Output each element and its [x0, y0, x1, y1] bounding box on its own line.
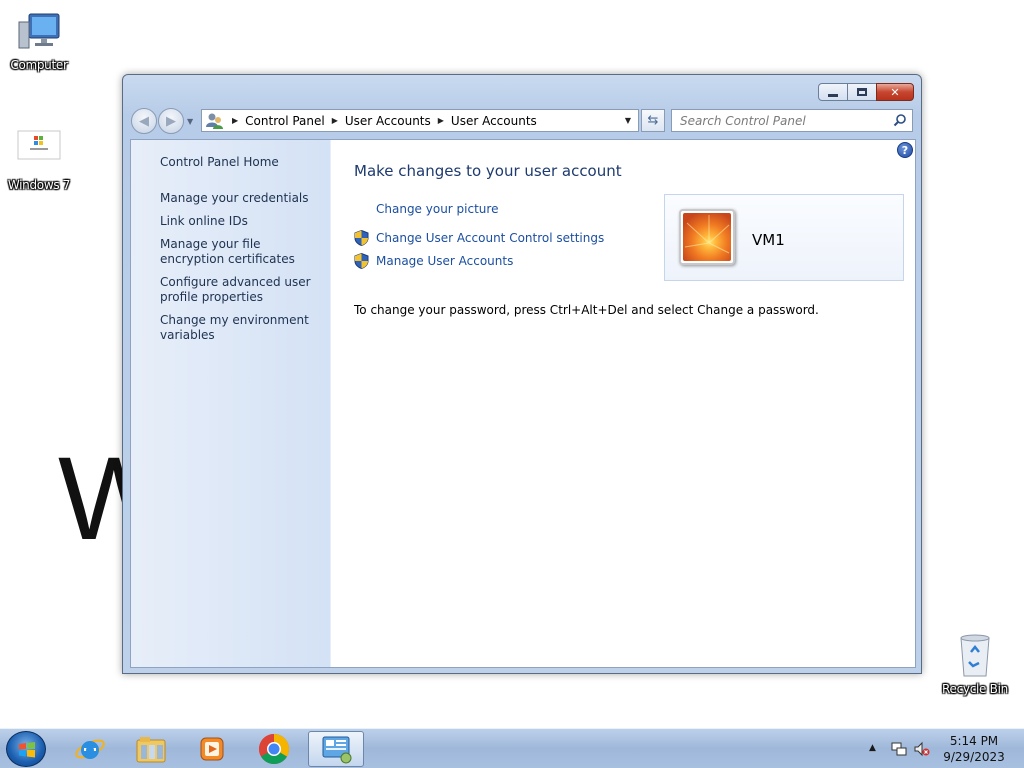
breadcrumb-separator-icon[interactable]: ▶ [438, 116, 444, 125]
taskbar-internet-explorer[interactable] [62, 731, 118, 767]
search-icon[interactable] [893, 113, 907, 127]
left-pane: Control Panel Home Manage your credentia… [131, 140, 331, 667]
clock-time: 5:14 PM [949, 734, 999, 748]
windows7-file-icon [15, 128, 63, 176]
environment-variables-link[interactable]: Change my environment variables [160, 313, 320, 343]
change-uac-settings-link[interactable]: Change User Account Control settings [376, 231, 604, 245]
taskbar-windows-explorer[interactable] [123, 731, 179, 767]
volume-muted-icon[interactable] [914, 741, 930, 757]
search-input[interactable] [680, 113, 880, 128]
recent-pages-dropdown-icon[interactable]: ▼ [187, 117, 193, 126]
refresh-button[interactable]: ⇆ [641, 109, 665, 132]
windows-logo-icon [19, 742, 35, 758]
windows-explorer-icon [136, 737, 166, 763]
manage-user-accounts-link[interactable]: Manage User Accounts [376, 254, 513, 268]
file-encryption-certificates-link[interactable]: Manage your file encryption certificates [160, 237, 320, 267]
minimize-button[interactable] [818, 83, 848, 101]
desktop-icon-label: Computer [10, 58, 68, 72]
search-box [671, 109, 913, 132]
content-area: Control Panel Home Manage your credentia… [130, 139, 916, 668]
taskbar-chrome[interactable] [246, 731, 302, 767]
address-bar[interactable]: ▶ Control Panel ▶ User Accounts ▶ User A… [201, 109, 639, 132]
computer-icon [15, 8, 63, 56]
desktop-icon-label: Windows 7 [7, 178, 71, 192]
account-tile: VM1 [664, 194, 904, 281]
chrome-icon [258, 734, 290, 765]
back-button[interactable]: ◀ [131, 108, 157, 134]
advanced-profile-properties-link[interactable]: Configure advanced user profile properti… [160, 275, 320, 305]
desktop-icon-windows7[interactable]: Windows 7 [1, 128, 77, 192]
system-clock[interactable]: 5:14 PM 9/29/2023 [940, 733, 1008, 765]
breadcrumb-control-panel[interactable]: Control Panel [245, 114, 325, 128]
media-player-icon [200, 737, 224, 761]
close-icon: ✕ [890, 85, 900, 99]
breadcrumb-user-accounts[interactable]: User Accounts [345, 114, 431, 128]
taskbar: ▲ 5:14 PM 9/29/2023 [0, 728, 1024, 768]
uac-shield-icon [354, 230, 369, 246]
help-icon[interactable]: ? [897, 142, 913, 158]
uac-shield-icon [354, 253, 369, 269]
breadcrumb-separator-icon[interactable]: ▶ [232, 116, 238, 125]
desktop-icon-label: Recycle Bin [942, 682, 1008, 696]
control-panel-icon [322, 736, 352, 764]
main-pane: ? Make changes to your user account Chan… [331, 140, 915, 667]
manage-credentials-link[interactable]: Manage your credentials [160, 191, 320, 206]
navigation-buttons: ◀ ▶ ▼ [131, 108, 193, 134]
account-picture[interactable] [679, 209, 735, 265]
forward-button[interactable]: ▶ [158, 108, 184, 134]
clock-date: 9/29/2023 [943, 750, 1005, 764]
taskbar-media-player[interactable] [184, 731, 240, 767]
link-online-ids-link[interactable]: Link online IDs [160, 214, 320, 229]
taskbar-control-panel[interactable] [308, 731, 364, 767]
maximize-button[interactable] [847, 83, 877, 101]
back-arrow-icon: ◀ [139, 113, 149, 129]
network-icon[interactable] [891, 741, 907, 757]
breadcrumb-user-accounts-current[interactable]: User Accounts [451, 114, 537, 128]
maximize-icon [857, 88, 867, 96]
forward-arrow-icon: ▶ [166, 113, 176, 129]
control-panel-window: ✕ ◀ ▶ ▼ ▶ Control Panel ▶ User Accounts … [122, 74, 922, 674]
caption-buttons: ✕ [818, 83, 914, 101]
flower-picture-icon [683, 213, 731, 261]
close-button[interactable]: ✕ [876, 83, 914, 101]
breadcrumb-separator-icon[interactable]: ▶ [332, 116, 338, 125]
page-title: Make changes to your user account [354, 162, 622, 180]
show-hidden-icons-button[interactable]: ▲ [869, 743, 876, 753]
start-button[interactable] [6, 731, 46, 767]
internet-explorer-icon [75, 739, 105, 759]
desktop-icon-recycle-bin[interactable]: Recycle Bin [937, 632, 1013, 696]
desktop-icon-computer[interactable]: Computer [1, 8, 77, 72]
minimize-icon [828, 93, 838, 97]
change-picture-link[interactable]: Change your picture [376, 202, 498, 216]
password-info-text: To change your password, press Ctrl+Alt+… [354, 303, 819, 317]
control-panel-home-link[interactable]: Control Panel Home [160, 155, 320, 170]
account-name: VM1 [752, 231, 785, 249]
address-dropdown-icon[interactable]: ▼ [618, 110, 638, 131]
user-accounts-icon [205, 111, 225, 131]
recycle-bin-icon [951, 632, 999, 680]
refresh-icon: ⇆ [647, 113, 659, 128]
